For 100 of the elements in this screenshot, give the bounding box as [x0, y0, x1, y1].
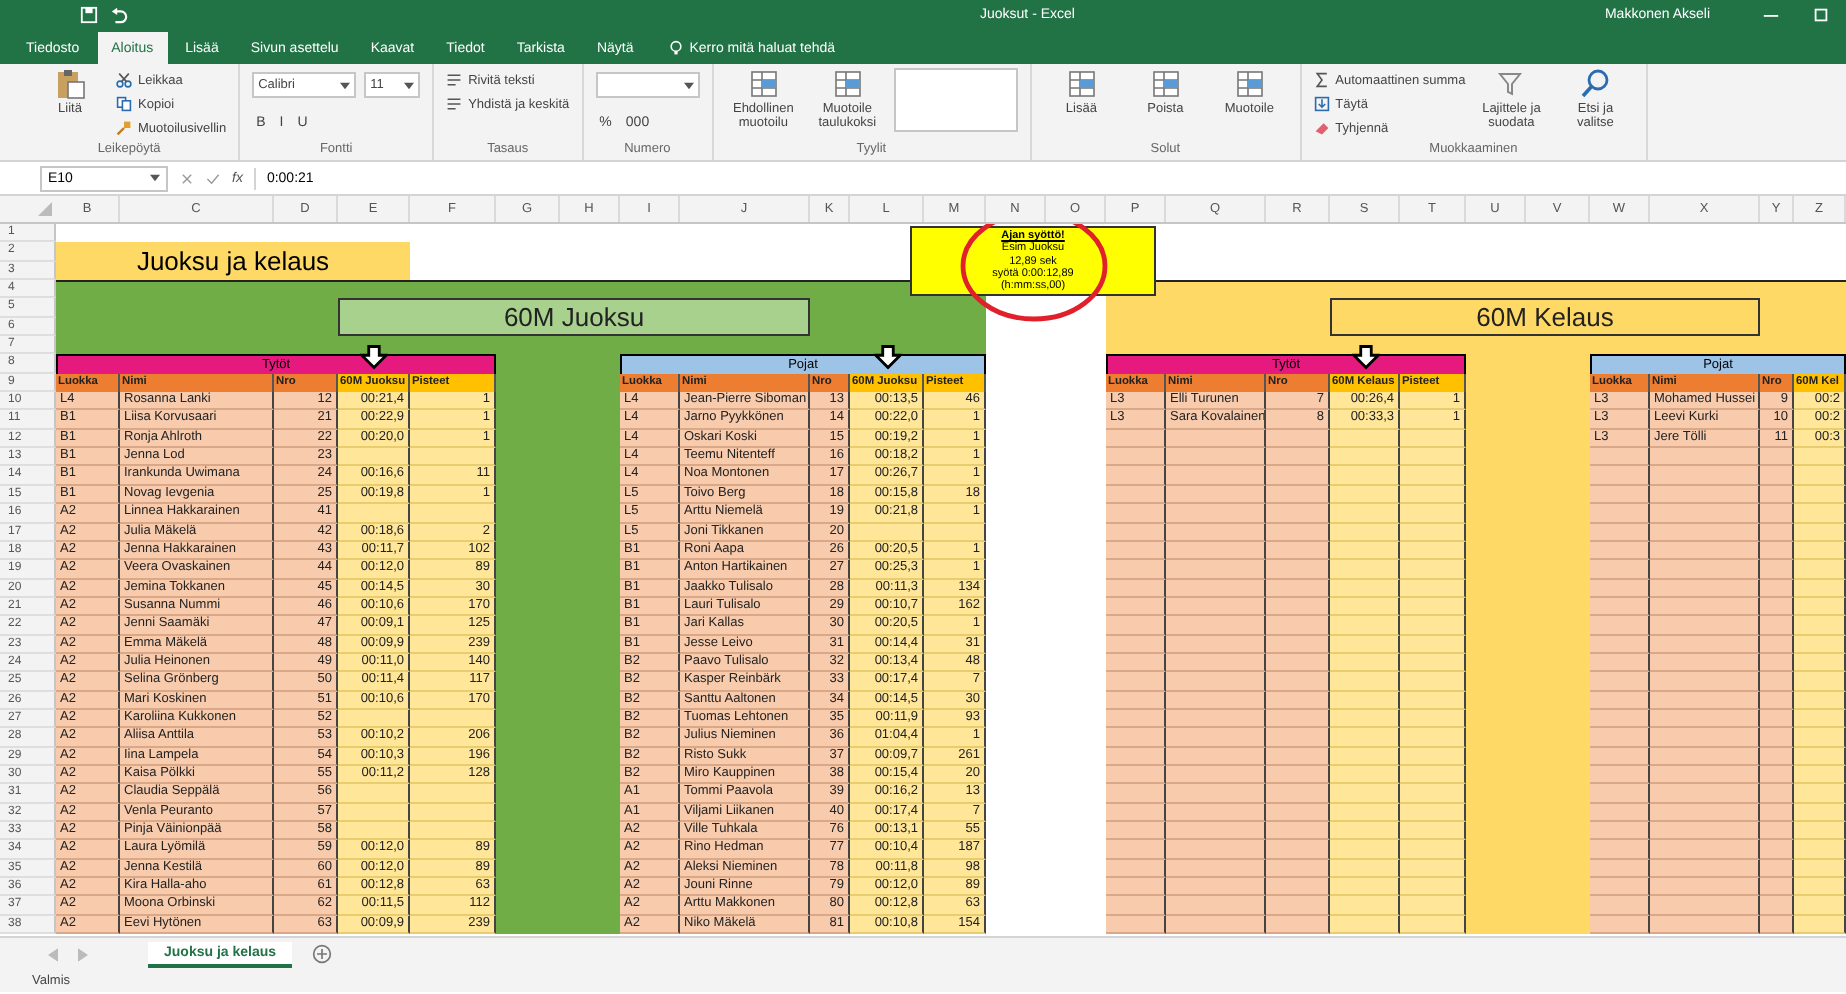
table-cell	[1650, 616, 1760, 636]
section-banner: 60M Kelaus	[1330, 298, 1760, 337]
table-cell	[1166, 784, 1266, 804]
table-cell	[1266, 616, 1330, 636]
table-cell	[1400, 466, 1466, 486]
next-icon[interactable]	[78, 947, 88, 961]
table-cell	[410, 448, 496, 467]
table-cell	[1400, 672, 1466, 692]
table-cell	[1106, 822, 1166, 841]
table-cell	[1760, 616, 1794, 636]
table-cell	[1106, 672, 1166, 692]
table-cell	[1794, 728, 1846, 748]
table-cell	[1794, 504, 1846, 523]
table-cell	[1794, 840, 1846, 860]
table-cell	[1794, 560, 1846, 580]
table-cell	[1760, 448, 1794, 467]
table-cell	[1760, 728, 1794, 748]
table-cell	[1166, 728, 1266, 748]
table-cell	[1166, 896, 1266, 916]
table-cell	[1794, 448, 1846, 467]
save-icon[interactable]	[80, 5, 98, 23]
table-cell	[1106, 466, 1166, 486]
table-cell	[1166, 448, 1266, 467]
table-cell	[338, 822, 410, 841]
table-cell	[1166, 616, 1266, 636]
cancel-icon[interactable]	[180, 171, 194, 185]
table-cell	[1650, 466, 1760, 486]
table-cell	[1794, 896, 1846, 916]
table-cell	[1266, 466, 1330, 486]
table-cell	[1400, 560, 1466, 580]
table-cell	[1166, 822, 1266, 841]
table-cell	[1590, 504, 1650, 523]
table-cell	[1166, 878, 1266, 897]
table-cell	[1650, 672, 1760, 692]
table-cell	[1400, 896, 1466, 916]
table-cell	[1650, 784, 1760, 804]
table-cell	[1266, 896, 1330, 916]
table-cell	[1590, 616, 1650, 636]
table-cell	[1330, 616, 1400, 636]
table-cell	[1330, 672, 1400, 692]
table-cell	[1650, 560, 1760, 580]
table-cell	[1330, 896, 1400, 916]
lines-icon	[446, 72, 463, 88]
table-cell	[1166, 560, 1266, 580]
table-cell	[1400, 784, 1466, 804]
funnel-icon	[1495, 68, 1528, 100]
table-cell	[1794, 878, 1846, 897]
table-cell	[1590, 448, 1650, 467]
caret-icon	[683, 81, 694, 89]
table-cell	[338, 504, 410, 523]
table-cell	[1330, 840, 1400, 860]
arrow-down-icon	[1351, 343, 1379, 370]
table-cell	[1266, 728, 1330, 748]
table-cell	[1400, 840, 1466, 860]
lightbulb-icon	[667, 40, 684, 56]
table-cell	[1760, 896, 1794, 916]
table-cell	[1650, 504, 1760, 523]
table-cell	[1330, 822, 1400, 841]
table-cell	[1106, 560, 1166, 580]
scissors-icon	[116, 72, 132, 88]
table-cell	[1330, 504, 1400, 523]
table-cell	[1266, 560, 1330, 580]
dropdown-field[interactable]	[595, 72, 700, 98]
table-cell	[1330, 448, 1400, 467]
table-cell	[1650, 448, 1760, 467]
undo-icon[interactable]	[110, 5, 128, 23]
caret-icon	[404, 81, 415, 89]
table-cell	[1266, 448, 1330, 467]
table-cell	[1106, 840, 1166, 860]
table-cell	[1590, 728, 1650, 748]
copy-icon	[116, 96, 132, 112]
lines-icon	[446, 96, 463, 112]
table-cell	[1400, 616, 1466, 636]
styles-gallery[interactable]	[893, 68, 1018, 132]
restore-icon[interactable]	[1812, 5, 1830, 23]
table-cell	[1650, 878, 1760, 897]
table-cell	[1266, 504, 1330, 523]
add-icon[interactable]	[312, 944, 333, 964]
table-cell	[1106, 616, 1166, 636]
table-cell	[1650, 728, 1760, 748]
select-all-icon[interactable]	[38, 202, 52, 216]
table-cell	[1590, 784, 1650, 804]
table-cell	[1794, 616, 1846, 636]
table-cell	[1590, 896, 1650, 916]
caret-icon	[340, 81, 351, 89]
table-cell	[1590, 878, 1650, 897]
table-cell	[1166, 504, 1266, 523]
table-cell	[1590, 672, 1650, 692]
table-cell	[1330, 466, 1400, 486]
table-cell	[1760, 822, 1794, 841]
table-cell	[1760, 878, 1794, 897]
table-cell	[1266, 840, 1330, 860]
arrow-down-icon	[1313, 96, 1330, 112]
table-cell	[1400, 504, 1466, 523]
previous-icon[interactable]	[48, 947, 58, 961]
check-icon[interactable]	[206, 171, 220, 185]
section-banner: 60M Juoksu	[338, 298, 810, 337]
eraser-icon	[1313, 120, 1330, 136]
table-cell	[1106, 878, 1166, 897]
table-cell	[1794, 672, 1846, 692]
